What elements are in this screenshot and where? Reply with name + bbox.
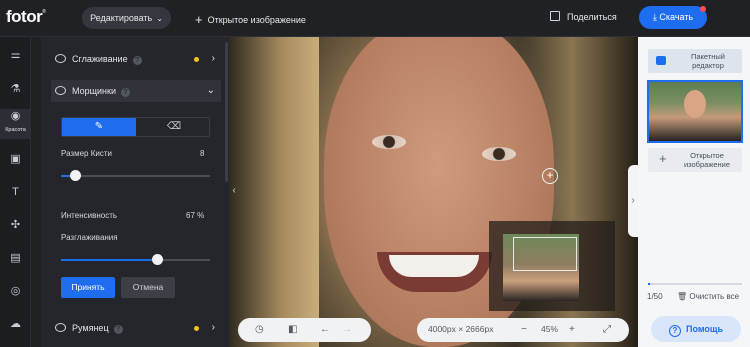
- photo-eye-right: [482, 147, 516, 161]
- open-image-side-label: Открытое изображение: [683, 151, 731, 169]
- image-thumbnail[interactable]: [647, 80, 743, 143]
- text-icon[interactable]: T: [0, 180, 31, 204]
- share-label: Поделиться: [567, 12, 617, 22]
- compare-icon[interactable]: ◧: [288, 323, 297, 337]
- adjust-icon[interactable]: ⚌: [0, 43, 31, 67]
- chevron-right-icon: ›: [211, 322, 215, 333]
- photo-hair-left: [229, 37, 319, 347]
- flask-icon[interactable]: ⚗: [0, 77, 31, 101]
- image-dimensions: 4000px × 2666px: [428, 324, 494, 334]
- wrinkles-item[interactable]: Морщинки? ⌄: [51, 80, 221, 102]
- fotor-logo[interactable]: fotor®: [6, 7, 46, 27]
- chevron-down-icon: ⌄: [156, 14, 163, 23]
- blush-icon: [55, 323, 66, 332]
- smoothing-track[interactable]: [61, 259, 210, 261]
- photo-teeth: [389, 255, 479, 277]
- frame-icon[interactable]: ▣: [0, 147, 31, 171]
- navigator-minimap[interactable]: [489, 221, 615, 311]
- batch-editor-label: Пакетный редактор: [690, 52, 725, 70]
- chevron-right-icon: ›: [211, 53, 215, 64]
- image-count-progress: [648, 283, 742, 285]
- clear-all-label: Очистить все: [689, 292, 740, 301]
- elements-icon[interactable]: ✣: [0, 213, 31, 237]
- status-dot: [194, 57, 199, 62]
- edit-mode-label: Редактировать: [90, 13, 153, 23]
- beauty-tool[interactable]: ◉ Красота: [0, 109, 31, 139]
- chevron-down-icon: ⌄: [206, 85, 215, 96]
- accept-button[interactable]: Принять: [61, 277, 115, 298]
- intensity-label: Интенсивность: [61, 211, 118, 220]
- brush-cursor-icon: +: [542, 168, 558, 184]
- zoom-level: 45%: [541, 324, 559, 334]
- cancel-button[interactable]: Отмена: [121, 277, 175, 298]
- zoom-in-icon[interactable]: +: [569, 323, 575, 337]
- brush-size-track[interactable]: [61, 175, 210, 177]
- open-image-button[interactable]: + Открытое изображение: [195, 11, 306, 27]
- smoothing-amount-label: Разглаживания: [61, 233, 118, 242]
- collapse-panel-handle[interactable]: ‹: [229, 180, 239, 202]
- blush-item[interactable]: Румянец? ›: [51, 317, 221, 339]
- download-label: Скачать: [659, 12, 694, 22]
- smoothing-label: Сглаживание: [72, 54, 128, 64]
- history-icon[interactable]: ◷: [255, 323, 264, 337]
- zoom-out-icon[interactable]: −: [521, 323, 527, 337]
- top-bar: fotor® Редактировать ⌄ + Открытое изображе…: [0, 0, 750, 37]
- image-count-fill: [648, 283, 650, 285]
- eraser-tab[interactable]: ⌫: [137, 118, 211, 136]
- wrinkles-icon: [55, 86, 66, 95]
- clear-all-button[interactable]: 🗑 Очистить все: [677, 292, 739, 301]
- open-image-label: Открытое изображение: [207, 15, 306, 25]
- blush-label: Румянец: [72, 323, 109, 333]
- intensity-value: 67 %: [186, 211, 205, 220]
- tool-rail: ⚌ ⚗ ◉ Красота ▣ T ✣ ▤ ◎ ☁: [0, 37, 31, 347]
- question-icon: ?: [668, 325, 681, 337]
- batch-editor-button[interactable]: Пакетный редактор: [648, 49, 742, 73]
- download-icon: ⤓: [652, 12, 657, 22]
- status-dot: [194, 326, 199, 331]
- help-icon[interactable]: ?: [132, 56, 142, 65]
- image-icon[interactable]: ▤: [0, 246, 31, 270]
- thumbnail-face: [684, 90, 706, 118]
- undo-icon[interactable]: ←: [320, 323, 330, 337]
- share-button[interactable]: Поделиться: [550, 11, 617, 22]
- open-image-side-button[interactable]: + Открытое изображение: [648, 148, 742, 172]
- cloud-icon[interactable]: ☁: [0, 312, 31, 336]
- brush-size-value: 8: [200, 149, 205, 158]
- help-icon[interactable]: ?: [120, 88, 130, 97]
- eye-icon: ◉: [10, 110, 21, 122]
- help-label: Помощь: [685, 324, 723, 334]
- beauty-label: Красота: [5, 127, 26, 133]
- fit-screen-icon[interactable]: ⤢: [603, 323, 611, 337]
- panel-scrollbar[interactable]: [225, 42, 228, 182]
- smoothing-fill: [61, 259, 158, 261]
- plus-icon: +: [195, 12, 203, 27]
- effects-icon[interactable]: ◎: [0, 279, 31, 303]
- layers-icon: [656, 56, 666, 65]
- brush-mode-tabs: ✎ ⌫: [61, 117, 210, 137]
- brush-size-label: Размер Кисти: [61, 149, 112, 158]
- image-count: 1/50: [647, 292, 663, 301]
- brush-tab[interactable]: ✎: [62, 118, 136, 136]
- plus-icon: +: [659, 151, 667, 166]
- wrinkles-label: Морщинки: [72, 86, 116, 96]
- notification-dot: [700, 6, 706, 12]
- expand-right-panel-handle[interactable]: ›: [628, 165, 638, 237]
- gift-icon: [550, 11, 560, 21]
- download-button[interactable]: ⤓ Скачать: [639, 6, 707, 29]
- zoom-toolbar: 4000px × 2666px − 45% + ⤢: [417, 318, 629, 342]
- history-toolbar: ◷ ◧ ← →: [238, 318, 371, 342]
- minimap-viewport[interactable]: [513, 237, 577, 271]
- smoothing-icon: [55, 54, 66, 63]
- redo-icon[interactable]: →: [342, 323, 352, 337]
- photo-eye-left: [372, 135, 406, 149]
- smoothing-item[interactable]: Сглаживание? ›: [51, 48, 221, 70]
- edit-mode-dropdown[interactable]: Редактировать ⌄: [82, 7, 171, 29]
- help-button[interactable]: ? Помощь: [651, 316, 741, 342]
- help-icon[interactable]: ?: [113, 325, 123, 334]
- trash-icon: 🗑: [677, 292, 688, 301]
